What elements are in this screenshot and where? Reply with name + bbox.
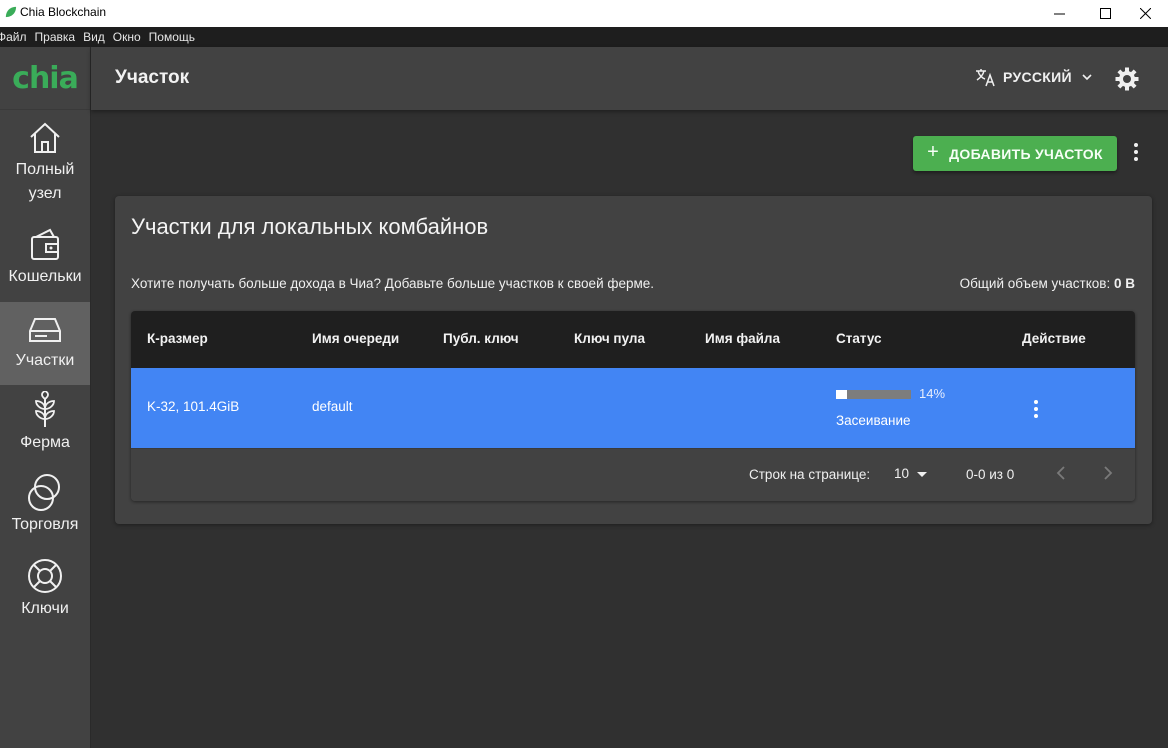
chevron-right-icon <box>1104 466 1113 480</box>
menu-bar: Файл Правка Вид Окно Помощь <box>0 27 1168 47</box>
total-value: 0 B <box>1113 276 1135 291</box>
menu-view[interactable]: Вид <box>83 30 105 44</box>
lifebuoy-icon <box>28 559 62 593</box>
plus-icon: + <box>927 141 940 163</box>
more-vertical-icon <box>1134 143 1138 161</box>
chia-leaf-icon <box>5 6 17 18</box>
sprout-icon <box>35 391 55 427</box>
column-queue-name: Имя очереди <box>312 331 400 346</box>
page-title: Участок <box>115 67 190 88</box>
chevron-left-icon <box>1056 466 1065 480</box>
column-public-key: Публ. ключ <box>443 331 519 346</box>
sidebar-item-keys[interactable]: Ключи <box>0 557 90 627</box>
sidebar-item-farm[interactable]: Ферма <box>0 391 90 461</box>
table-row[interactable]: K-32, 101.4GiB default 14% Засеивание <box>131 368 1135 448</box>
sidebar-item-trade[interactable]: Торговля <box>0 473 90 543</box>
dropdown-arrow-icon <box>917 471 928 477</box>
table-pagination: Строк на странице: 10 0-0 из 0 <box>131 448 1135 501</box>
plot-status: Засеивание <box>836 413 911 428</box>
language-selector[interactable]: РУССКИЙ <box>975 67 1093 87</box>
wallet-icon <box>31 228 59 260</box>
sidebar-item-plots[interactable]: Участки <box>0 302 90 385</box>
previous-page-button[interactable] <box>1051 463 1071 488</box>
pagination-range: 0-0 из 0 <box>966 467 1015 482</box>
translate-icon <box>976 69 995 87</box>
add-plot-label: ДОБАВИТЬ УЧАСТОК <box>949 145 1103 162</box>
close-button[interactable] <box>1122 0 1168 27</box>
plots-card: Участки для локальных комбайнов Хотите п… <box>115 196 1152 524</box>
logo-text: chia <box>12 60 79 96</box>
column-action: Действие <box>1022 331 1086 346</box>
plots-table: К-размер Имя очереди Публ. ключ Ключ пул… <box>131 311 1135 501</box>
column-status: Статус <box>836 331 882 346</box>
rows-per-page-value: 10 <box>894 466 910 481</box>
sidebar-item-full-node[interactable]: Полный узел <box>0 116 90 206</box>
sidebar: chia Полный узел Кошельки Участки Ферма … <box>0 47 91 748</box>
sidebar-item-label: Ферма <box>20 434 70 451</box>
more-options-button[interactable] <box>1126 142 1146 167</box>
chia-logo[interactable]: chia <box>0 47 90 110</box>
gear-icon <box>1115 67 1139 91</box>
sidebar-item-label: Ключи <box>21 600 69 617</box>
row-action-menu-button[interactable] <box>1030 399 1042 424</box>
sidebar-item-label: узел <box>28 185 62 202</box>
app-bar: Участок РУССКИЙ <box>91 47 1168 110</box>
next-page-button[interactable] <box>1098 463 1118 488</box>
sidebar-item-label: Кошельки <box>8 268 82 285</box>
table-header: К-размер Имя очереди Публ. ключ Ключ пул… <box>131 311 1135 368</box>
maximize-icon <box>1099 8 1111 19</box>
window-titlebar: Chia Blockchain <box>0 0 1168 27</box>
menu-window[interactable]: Окно <box>113 30 141 44</box>
sidebar-item-label: Участки <box>15 352 75 369</box>
language-label: РУССКИЙ <box>1003 69 1072 85</box>
cell-queue-name: default <box>312 399 353 414</box>
hard-drive-icon <box>29 318 61 342</box>
menu-help[interactable]: Помощь <box>149 30 195 44</box>
menu-file[interactable]: Файл <box>0 30 27 44</box>
rows-per-page-select[interactable]: 10 <box>894 466 929 481</box>
trade-circles-icon <box>28 474 60 511</box>
plot-progress-bar <box>836 390 911 399</box>
sidebar-item-label: Торговля <box>11 516 79 533</box>
home-icon <box>30 122 60 153</box>
plot-progress-percent: 14% <box>919 386 946 401</box>
window-title: Chia Blockchain <box>20 5 107 19</box>
minimize-button[interactable] <box>1036 0 1082 27</box>
total-label: Общий объем участков: <box>959 276 1111 291</box>
column-filename: Имя файла <box>705 331 781 346</box>
add-plot-button[interactable]: + ДОБАВИТЬ УЧАСТОК <box>913 136 1117 171</box>
column-pool-key: Ключ пула <box>574 331 645 346</box>
cell-k-size: K-32, 101.4GiB <box>147 399 240 414</box>
menu-edit[interactable]: Правка <box>35 30 76 44</box>
sidebar-item-label: Полный <box>15 161 75 178</box>
total-plot-size: Общий объем участков: 0 B <box>960 276 1135 291</box>
card-subtitle: Хотите получать больше дохода в Чиа? Доб… <box>131 276 655 291</box>
column-k-size: К-размер <box>147 331 208 346</box>
close-icon <box>1139 8 1151 19</box>
sidebar-item-wallets[interactable]: Кошельки <box>0 223 90 293</box>
rows-per-page-label: Строк на странице: <box>749 467 871 482</box>
card-title: Участки для локальных комбайнов <box>131 214 489 239</box>
plot-progress-fill <box>836 390 847 399</box>
settings-button[interactable] <box>1115 67 1139 96</box>
more-vertical-icon <box>1034 400 1038 418</box>
chevron-down-icon <box>1082 74 1092 81</box>
minimize-icon <box>1053 13 1065 15</box>
